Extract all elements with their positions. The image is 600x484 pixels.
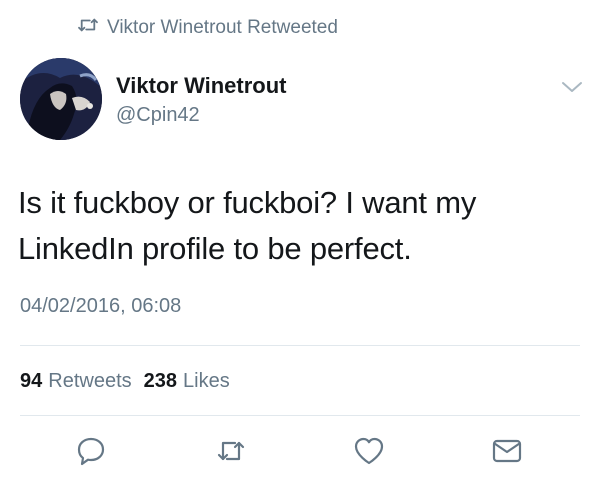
retweet-icon[interactable] [214, 434, 248, 468]
user-handle[interactable]: @Cpin42 [116, 104, 200, 127]
retweets-count: 94 [20, 370, 43, 392]
timestamp: 04/02/2016, 06:08 [20, 295, 182, 317]
likes-stat[interactable]: 238 Likes [144, 370, 230, 393]
retweet-icon [77, 16, 99, 40]
like-icon[interactable] [352, 434, 386, 468]
stats-row: 94 Retweets 238 Likes [20, 370, 230, 393]
likes-label: Likes [183, 370, 230, 392]
divider [20, 415, 580, 416]
retweets-stat[interactable]: 94 Retweets [20, 370, 132, 393]
social-context: Viktor Winetrout Retweeted [77, 16, 338, 40]
avatar[interactable] [20, 58, 102, 140]
user-name[interactable]: Viktor Winetrout [116, 73, 287, 99]
reply-icon[interactable] [74, 434, 108, 468]
social-context-text: Viktor Winetrout Retweeted [107, 17, 338, 38]
message-icon[interactable] [490, 434, 524, 468]
likes-count: 238 [143, 370, 177, 392]
tweet-text-line: LinkedIn profile to be perfect. [18, 231, 412, 266]
retweets-label: Retweets [48, 370, 132, 392]
chevron-down-icon[interactable] [560, 80, 584, 94]
action-bar [0, 434, 600, 470]
divider [20, 345, 580, 346]
tweet-text: Is it fuckboy or fuckboi? I want my Link… [18, 180, 578, 272]
tweet-text-line: Is it fuckboy or fuckboi? I want my [18, 185, 477, 220]
